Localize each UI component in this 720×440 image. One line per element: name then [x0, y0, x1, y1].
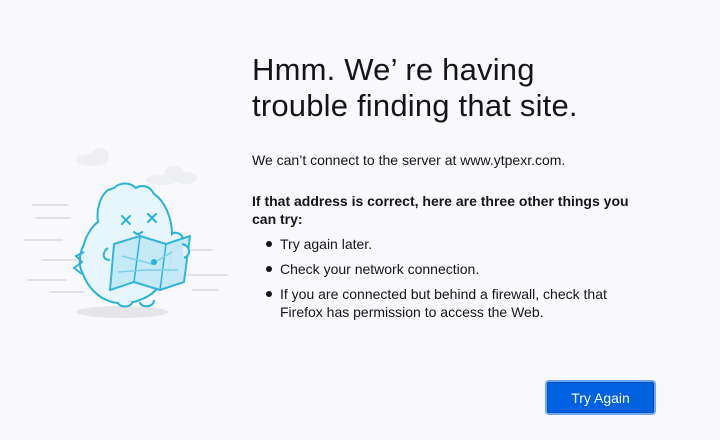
list-item: Check your network connection.	[252, 260, 637, 278]
error-short-description: We can’t connect to the server at www.yt…	[252, 152, 566, 168]
bullet-icon	[266, 266, 272, 272]
bullet-icon	[266, 241, 272, 247]
error-title: Hmm. We’ re having trouble finding that …	[252, 52, 632, 124]
cloud-icon	[76, 148, 197, 185]
list-item: If you are connected but behind a firewa…	[252, 285, 637, 321]
suggestion-text: Try again later.	[280, 236, 373, 252]
bullet-icon	[266, 291, 272, 297]
suggestion-text: If you are connected but behind a firewa…	[280, 286, 607, 320]
error-title-line-2: trouble finding that site.	[252, 88, 578, 123]
try-suggestions-heading: If that address is correct, here are thr…	[252, 193, 629, 227]
lost-dinosaur-illustration	[22, 140, 232, 330]
try-again-button[interactable]: Try Again	[545, 380, 656, 415]
dinosaur-with-map-icon	[23, 148, 228, 318]
error-page: Hmm. We’ re having trouble finding that …	[0, 0, 720, 440]
error-title-line-1: Hmm. We’ re having	[252, 52, 535, 87]
suggestion-text: Check your network connection.	[280, 261, 480, 277]
error-content: Hmm. We’ re having trouble finding that …	[252, 52, 692, 321]
map-icon	[109, 235, 191, 291]
suggestion-list: Try again later. Check your network conn…	[252, 235, 692, 321]
list-item: Try again later.	[252, 235, 637, 253]
